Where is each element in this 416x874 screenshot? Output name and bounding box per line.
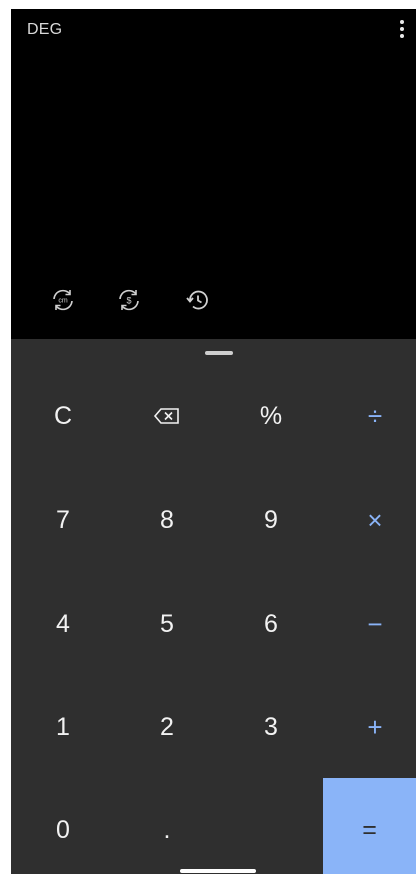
add-button[interactable]: + [323, 675, 416, 779]
digit-8-button[interactable]: 8 [115, 468, 219, 572]
svg-text:cm: cm [58, 298, 68, 305]
decimal-point-button[interactable]: . [115, 778, 219, 874]
backspace-icon [153, 408, 179, 424]
calculator-app: DEG cm $ C % ÷ 7 8 9 × 4 5 6 − 1 2 3 + 0… [11, 9, 416, 874]
digit-2-button[interactable]: 2 [115, 675, 219, 779]
more-options-icon[interactable] [394, 17, 410, 43]
subtract-button[interactable]: − [323, 572, 416, 676]
history-icon[interactable] [185, 287, 211, 313]
result-display: DEG cm $ [11, 9, 416, 339]
digit-1-button[interactable]: 1 [11, 675, 115, 779]
digit-3-button[interactable]: 3 [219, 675, 323, 779]
keypad: C % ÷ 7 8 9 × 4 5 6 − 1 2 3 + 0 . = [11, 339, 416, 874]
unit-converter-icon[interactable]: cm [50, 287, 76, 313]
percent-button[interactable]: % [219, 364, 323, 468]
multiply-button[interactable]: × [323, 468, 416, 572]
clear-button[interactable]: C [11, 364, 115, 468]
digit-9-button[interactable]: 9 [219, 468, 323, 572]
angle-mode-toggle[interactable]: DEG [27, 21, 62, 39]
digit-0-button[interactable]: 0 [11, 778, 115, 874]
home-indicator [180, 869, 256, 873]
digit-6-button[interactable]: 6 [219, 572, 323, 676]
drag-handle[interactable] [205, 351, 233, 355]
divide-button[interactable]: ÷ [323, 364, 416, 468]
digit-5-button[interactable]: 5 [115, 572, 219, 676]
backspace-button[interactable] [115, 364, 219, 468]
digit-7-button[interactable]: 7 [11, 468, 115, 572]
digit-4-button[interactable]: 4 [11, 572, 115, 676]
currency-converter-icon[interactable]: $ [116, 287, 142, 313]
equals-button[interactable]: = [323, 778, 416, 874]
svg-text:$: $ [126, 296, 131, 306]
